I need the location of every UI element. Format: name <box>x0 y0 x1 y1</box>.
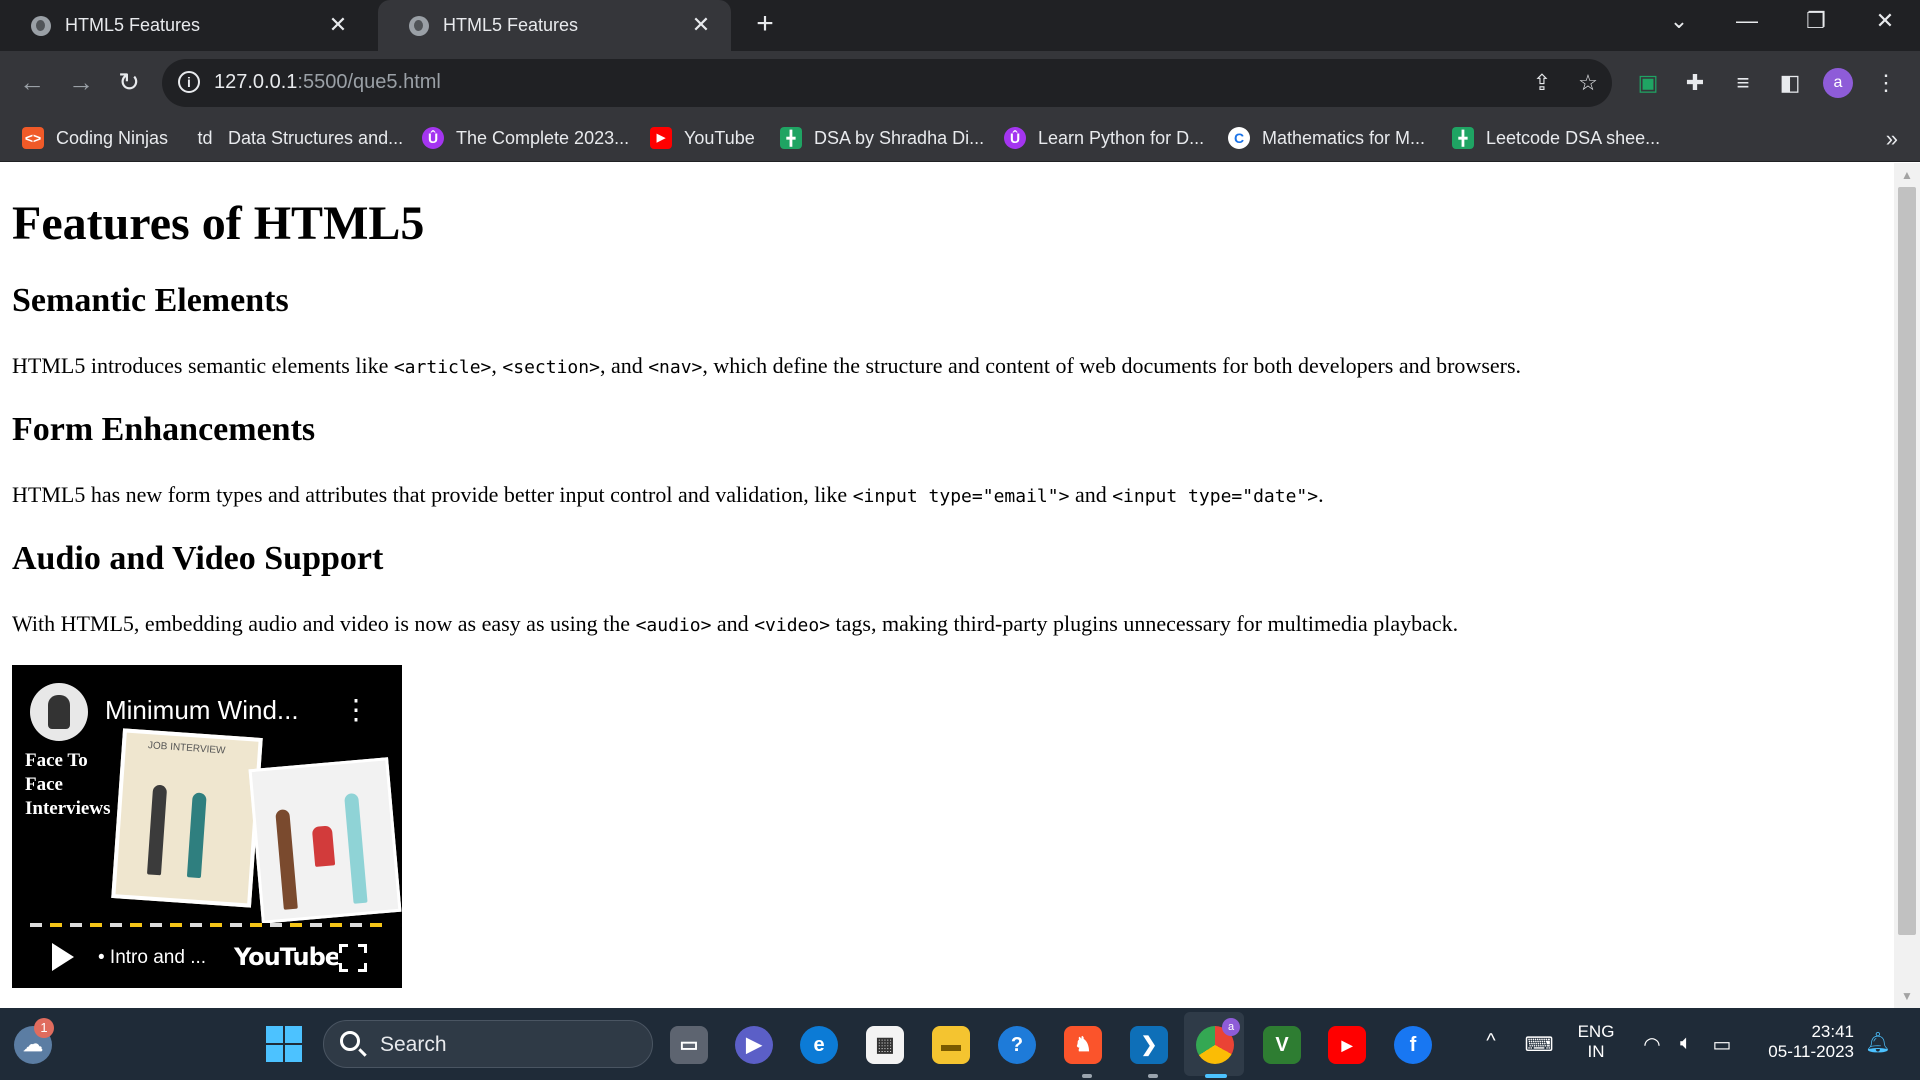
coding-ninjas-icon: <> <box>22 127 44 149</box>
back-button[interactable]: ← <box>14 65 50 101</box>
page-scrollbar[interactable]: ▲ ▼ <box>1894 163 1920 1008</box>
video-title[interactable]: Minimum Wind... <box>105 695 299 726</box>
td-icon: td <box>194 127 216 149</box>
page-content: Features of HTML5 Semantic Elements HTML… <box>0 163 1894 1008</box>
video-more-icon[interactable]: ⋮ <box>342 693 370 726</box>
thumbnail-caption: Face To Face Interviews <box>25 750 111 819</box>
tab-title: HTML5 Features <box>443 15 579 35</box>
bookmarks-overflow-icon[interactable]: » <box>1886 126 1898 152</box>
task-view-icon[interactable]: ▭ <box>670 1026 708 1064</box>
bookmark-star-icon[interactable]: ☆ <box>1574 69 1602 97</box>
share-icon[interactable]: ⇪ <box>1528 69 1556 97</box>
search-icon <box>340 1031 360 1051</box>
brave-icon[interactable]: ♞ <box>1064 1026 1102 1064</box>
coursera-icon: C <box>1228 127 1250 149</box>
paragraph-semantic-elements: HTML5 introduces semantic elements like … <box>12 353 1522 378</box>
bookmark-complete-2023[interactable]: Û The Complete 2023... <box>422 114 629 162</box>
scroll-up-arrow-icon[interactable]: ▲ <box>1894 165 1920 185</box>
new-tab-button[interactable]: + <box>750 9 780 39</box>
bookmark-youtube[interactable]: ▶ YouTube <box>650 114 755 162</box>
browser-menu-icon[interactable]: ⋮ <box>1870 67 1902 99</box>
paragraph-audio-video: With HTML5, embedding audio and video is… <box>12 611 1459 636</box>
scroll-down-arrow-icon[interactable]: ▼ <box>1894 986 1920 1006</box>
windows-taskbar: ☁ 1 Search ▭ ▶ e ▦ ▬ ? ♞ ❯ a V ▶ f ^ ⌨ E… <box>0 1008 1920 1080</box>
channel-avatar[interactable] <box>30 683 88 741</box>
keyboard-icon[interactable]: ⌨ <box>1524 1032 1554 1057</box>
bookmark-mathematics[interactable]: C Mathematics for M... <box>1228 114 1425 162</box>
bookmark-data-structures[interactable]: td Data Structures and... <box>194 114 403 162</box>
help-icon[interactable]: ? <box>998 1026 1036 1064</box>
thumbnail-illustration-left: JOB INTERVIEW <box>111 728 263 908</box>
fullscreen-icon[interactable] <box>338 943 368 973</box>
battery-icon[interactable]: ▭ <box>1708 1032 1736 1057</box>
youtube-logo[interactable]: YouTube <box>234 943 341 971</box>
edge-icon[interactable]: e <box>800 1026 838 1064</box>
veed-icon[interactable]: V <box>1263 1026 1301 1064</box>
file-explorer-icon[interactable]: ▬ <box>932 1026 970 1064</box>
chrome-profile-badge: a <box>1222 1018 1240 1036</box>
restore-button[interactable]: ❐ <box>1796 6 1836 36</box>
wifi-icon[interactable]: ◠ <box>1638 1032 1666 1057</box>
bookmark-dsa-shradha[interactable]: ╋ DSA by Shradha Di... <box>780 114 984 162</box>
notification-bell-icon[interactable]: 🔔︎ <box>1864 1030 1892 1055</box>
close-tab-icon[interactable]: ✕ <box>689 14 713 36</box>
reading-list-icon[interactable]: ≡ <box>1727 67 1759 99</box>
tab-strip: HTML5 Features ✕ HTML5 Features ✕ + ⌄ — … <box>0 0 1920 51</box>
play-icon[interactable] <box>52 943 74 971</box>
udemy-icon: Û <box>422 127 444 149</box>
chapter-label[interactable]: • Intro and ... <box>98 947 206 969</box>
volume-icon[interactable]: 🔈︎ <box>1672 1032 1700 1055</box>
sheets-icon: ╋ <box>780 127 802 149</box>
extensions-puzzle-icon[interactable]: ✚ <box>1679 67 1711 99</box>
weather-badge: 1 <box>34 1018 54 1038</box>
thumbnail-illustration-right <box>248 757 402 924</box>
chapter-progress-bar[interactable] <box>30 923 385 927</box>
heading-form-enhancements: Form Enhancements <box>12 411 316 448</box>
globe-icon <box>409 15 429 36</box>
chat-icon[interactable]: ▶ <box>735 1026 773 1064</box>
url-text[interactable]: 127.0.0.1:5500/que5.html <box>214 71 441 94</box>
site-info-icon[interactable]: i <box>178 71 200 93</box>
start-windows-icon[interactable] <box>266 1026 302 1062</box>
bookmarks-bar: <> Coding Ninjas td Data Structures and.… <box>0 114 1920 162</box>
tray-overflow-icon[interactable]: ^ <box>1476 1030 1506 1053</box>
minimize-button[interactable]: — <box>1727 6 1767 36</box>
reload-button[interactable]: ↻ <box>111 65 147 101</box>
tab-html5-features-1[interactable]: HTML5 Features ✕ <box>0 0 368 51</box>
globe-icon <box>31 15 51 36</box>
heading-audio-video: Audio and Video Support <box>12 540 384 577</box>
tab-title: HTML5 Features <box>65 15 201 35</box>
vscode-icon[interactable]: ❯ <box>1130 1026 1168 1064</box>
close-window-button[interactable]: ✕ <box>1865 6 1905 36</box>
browser-toolbar: ← → ↻ i 127.0.0.1:5500/que5.html ⇪ ☆ ▣ ✚… <box>0 51 1920 114</box>
address-bar[interactable]: i 127.0.0.1:5500/que5.html ⇪ ☆ <box>162 59 1612 107</box>
youtube-embed[interactable]: Minimum Wind... ⋮ Face To Face Interview… <box>12 665 402 988</box>
close-tab-icon[interactable]: ✕ <box>326 14 350 36</box>
youtube-app-icon[interactable]: ▶ <box>1328 1026 1366 1064</box>
clock[interactable]: 23:41 05-11-2023 <box>1754 1022 1854 1062</box>
language-indicator[interactable]: ENG IN <box>1568 1022 1624 1062</box>
scrollbar-thumb[interactable] <box>1898 187 1916 935</box>
heading-semantic-elements: Semantic Elements <box>12 282 289 319</box>
taskbar-search[interactable]: Search <box>323 1020 653 1068</box>
extension-player-icon[interactable]: ▣ <box>1632 67 1664 99</box>
paragraph-form-enhancements: HTML5 has new form types and attributes … <box>12 482 1324 507</box>
tab-html5-features-2[interactable]: HTML5 Features ✕ <box>378 0 731 51</box>
forward-button[interactable]: → <box>63 65 99 101</box>
bookmark-coding-ninjas[interactable]: <> Coding Ninjas <box>22 114 168 162</box>
bookmark-leetcode-dsa[interactable]: ╋ Leetcode DSA shee... <box>1452 114 1660 162</box>
page-title: Features of HTML5 <box>12 197 425 250</box>
side-panel-icon[interactable]: ◧ <box>1774 67 1806 99</box>
tab-search-icon[interactable]: ⌄ <box>1659 6 1699 36</box>
store-icon[interactable]: ▦ <box>866 1026 904 1064</box>
udemy-icon: Û <box>1004 127 1026 149</box>
sheets-icon: ╋ <box>1452 127 1474 149</box>
bookmark-learn-python[interactable]: Û Learn Python for D... <box>1004 114 1204 162</box>
facebook-icon[interactable]: f <box>1394 1026 1432 1064</box>
profile-avatar[interactable]: a <box>1823 68 1853 98</box>
youtube-icon: ▶ <box>650 127 672 149</box>
